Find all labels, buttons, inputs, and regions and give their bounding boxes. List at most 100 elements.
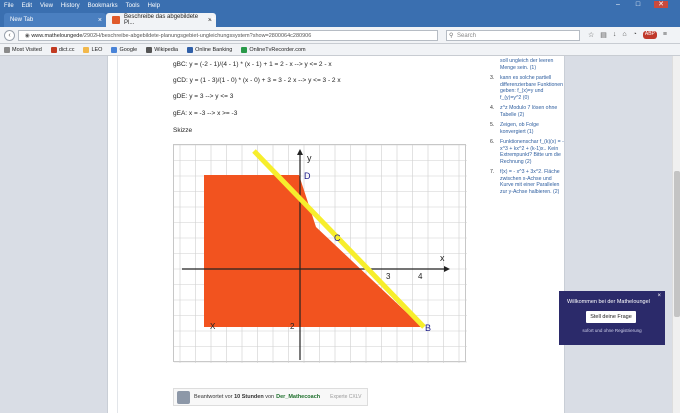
answered-time: 10 Stunden (234, 394, 264, 400)
bookmark-leo[interactable]: LEO (83, 46, 103, 53)
url-path: /2902H/beschreibe-abgebildete-planungsge… (82, 33, 312, 39)
point-label-c: C (334, 233, 341, 243)
equation-gea: gEA: x = -3 --> x >= -3 (173, 110, 238, 117)
bookmark-onlinetvrecorder[interactable]: OnlineTvRecorder.com (241, 46, 306, 53)
close-tab-icon[interactable]: × (98, 17, 102, 24)
partial-label-x: X (210, 322, 216, 331)
ask-question-button[interactable]: Stell deine Frage (586, 311, 636, 323)
answered-prefix: Beantwortet vor (194, 394, 233, 400)
equation-gbc: gBC: y = (-2 - 1)/(4 - 1) * (x - 1) + 1 … (173, 61, 332, 68)
scrollbar-thumb[interactable] (674, 171, 680, 317)
page-scrollbar[interactable] (672, 56, 680, 413)
bookmark-label: Most Visited (12, 46, 42, 53)
adblock-icon[interactable]: ABP (642, 31, 657, 39)
menu-tools[interactable]: Tools (126, 3, 140, 9)
wikipedia-icon (146, 46, 153, 53)
back-arrow-icon[interactable]: ‹ (4, 30, 15, 41)
menu-history[interactable]: History (61, 3, 80, 9)
related-question-item[interactable]: soll ungleich der leeren Menge sein. (1) (490, 58, 566, 71)
tick-label-4: 4 (418, 272, 423, 281)
new-tab-plus-icon[interactable]: + (210, 14, 216, 25)
related-question-link[interactable]: soll ungleich der leeren Menge sein. (1) (500, 58, 566, 71)
bookmark-online-banking[interactable]: Online Banking (187, 46, 233, 53)
maximize-icon[interactable]: □ (634, 1, 642, 8)
page-background-left (0, 56, 107, 413)
main-content: gBC: y = (-2 - 1)/(4 - 1) * (x - 1) + 1 … (107, 56, 565, 413)
related-question-item[interactable]: 6. Funktionenschar f_(k)(x) = -x^3 + kx^… (490, 139, 566, 165)
point-label-b: B (425, 323, 431, 333)
bookmark-dict[interactable]: dict.cc (50, 46, 75, 53)
star-icon[interactable]: ☆ (588, 31, 594, 39)
x-axis-arrow-icon (444, 266, 450, 272)
bookmark-label: Wikipedia (154, 46, 179, 53)
related-question-link[interactable]: f(x) = - x^3 + 3x^2. Fläche zwischen x-A… (500, 169, 566, 195)
tab-label: Beschreibe das abgebildete Pl... (124, 14, 199, 26)
dict-icon (50, 46, 57, 53)
clipboard-icon[interactable]: ▤ (600, 31, 607, 39)
menu-view[interactable]: View (40, 3, 53, 9)
answer-user-link[interactable]: Der_Mathecoach (276, 394, 320, 400)
related-question-number: 3. (490, 75, 495, 81)
sketch-heading: Skizze (173, 127, 193, 134)
pocket-icon[interactable]: ◔ (633, 31, 637, 39)
related-question-item[interactable]: 5. Zeigen, ob Folge konvergiert (1) (490, 122, 566, 135)
tick-label-3: 3 (386, 272, 391, 281)
popup-title: Willkommen bei der Matheloungel (567, 299, 650, 305)
mathelounge-favicon-icon (112, 16, 120, 24)
bookmark-label: LEO (91, 46, 103, 53)
menu-edit[interactable]: Edit (22, 3, 32, 9)
bookmark-wikipedia[interactable]: Wikipedia (146, 46, 179, 53)
url-bar[interactable]: ◉ www.matheloungede/2902H/beschreibe-abg… (18, 30, 438, 41)
navigation-bar: ‹ ◉ www.matheloungede/2902H/beschreibe-a… (0, 27, 680, 44)
close-window-icon[interactable]: ✕ (654, 1, 668, 8)
axis-label-y: y (307, 153, 312, 163)
content-left-gutter (108, 56, 118, 413)
related-question-link[interactable]: kann es solche partiell differenzierbare… (500, 75, 566, 101)
leo-icon (83, 46, 90, 53)
url-host: www.matheloungede (31, 33, 83, 39)
related-question-item[interactable]: 3. kann es solche partiell differenzierb… (490, 75, 566, 101)
y-axis-arrow-icon (297, 149, 303, 155)
equation-gcd: gCD: y = (1 - 3)/(1 - 0) * (x - 0) + 3 =… (173, 77, 341, 84)
point-label-d: D (304, 171, 311, 181)
avatar[interactable] (177, 391, 190, 404)
bookmark-label: OnlineTvRecorder.com (249, 46, 306, 53)
search-input[interactable]: ⚲ Search (446, 30, 580, 41)
answer-footer: Beantwortet vor 10 Stunden von Der_Mathe… (173, 388, 368, 406)
bookmarks-bar: Most Visited dict.cc LEO Google Wikipedi… (0, 44, 680, 56)
bookmark-most-visited[interactable]: Most Visited (4, 46, 42, 53)
menu-bookmarks[interactable]: Bookmarks (88, 3, 118, 9)
menu-file[interactable]: File (4, 3, 14, 9)
download-icon[interactable]: ↓ (613, 31, 617, 39)
tab-active-question[interactable]: Beschreibe das abgebildete Pl... × (106, 13, 216, 27)
related-question-link[interactable]: Zeigen, ob Folge konvergiert (1) (500, 122, 566, 135)
related-question-item[interactable]: 7. f(x) = - x^3 + 3x^2. Fläche zwischen … (490, 169, 566, 195)
answered-by: von (265, 394, 275, 400)
search-icon: ⚲ (449, 33, 454, 39)
popup-subtitle: sofort und ohne Registrierung (582, 328, 642, 333)
related-questions-sidebar: soll ungleich der leeren Menge sein. (1)… (490, 56, 566, 413)
close-popup-icon[interactable]: × (657, 293, 661, 299)
menu-help[interactable]: Help (148, 3, 160, 9)
bookmark-label: Online Banking (195, 46, 233, 53)
axis-label-x: x (440, 253, 445, 263)
related-question-link[interactable]: z^z Modulo 7 lösen ohne Tabelle (2) (500, 105, 566, 118)
related-question-item[interactable]: 4. z^z Modulo 7 lösen ohne Tabelle (2) (490, 105, 566, 118)
sketch-graph: y x 3 4 D C B X 2 (173, 144, 467, 363)
feasible-region (204, 175, 422, 327)
bookmark-label: Google (119, 46, 138, 53)
tv-icon (241, 46, 248, 53)
hamburger-menu-icon[interactable]: ≡ (663, 31, 667, 39)
minimize-icon[interactable]: – (614, 1, 622, 8)
tab-new-tab[interactable]: New Tab × (4, 13, 106, 27)
home-icon[interactable]: ⌂ (622, 31, 626, 39)
search-placeholder: Search (457, 33, 477, 39)
page-viewport: gBC: y = (-2 - 1)/(4 - 1) * (x - 1) + 1 … (0, 56, 672, 413)
bookmark-google[interactable]: Google (111, 46, 138, 53)
related-question-link[interactable]: Funktionenschar f_(k)(x) = -x^3 + kx^2 +… (500, 139, 566, 165)
menu-bar: File Edit View History Bookmarks Tools H… (0, 0, 680, 11)
bookmark-label: dict.cc (58, 46, 75, 53)
user-rank-badge: Experte CXLV (330, 394, 362, 400)
tab-bar: New Tab × Beschreibe das abgebildete Pl.… (0, 11, 680, 27)
google-icon (111, 46, 118, 53)
